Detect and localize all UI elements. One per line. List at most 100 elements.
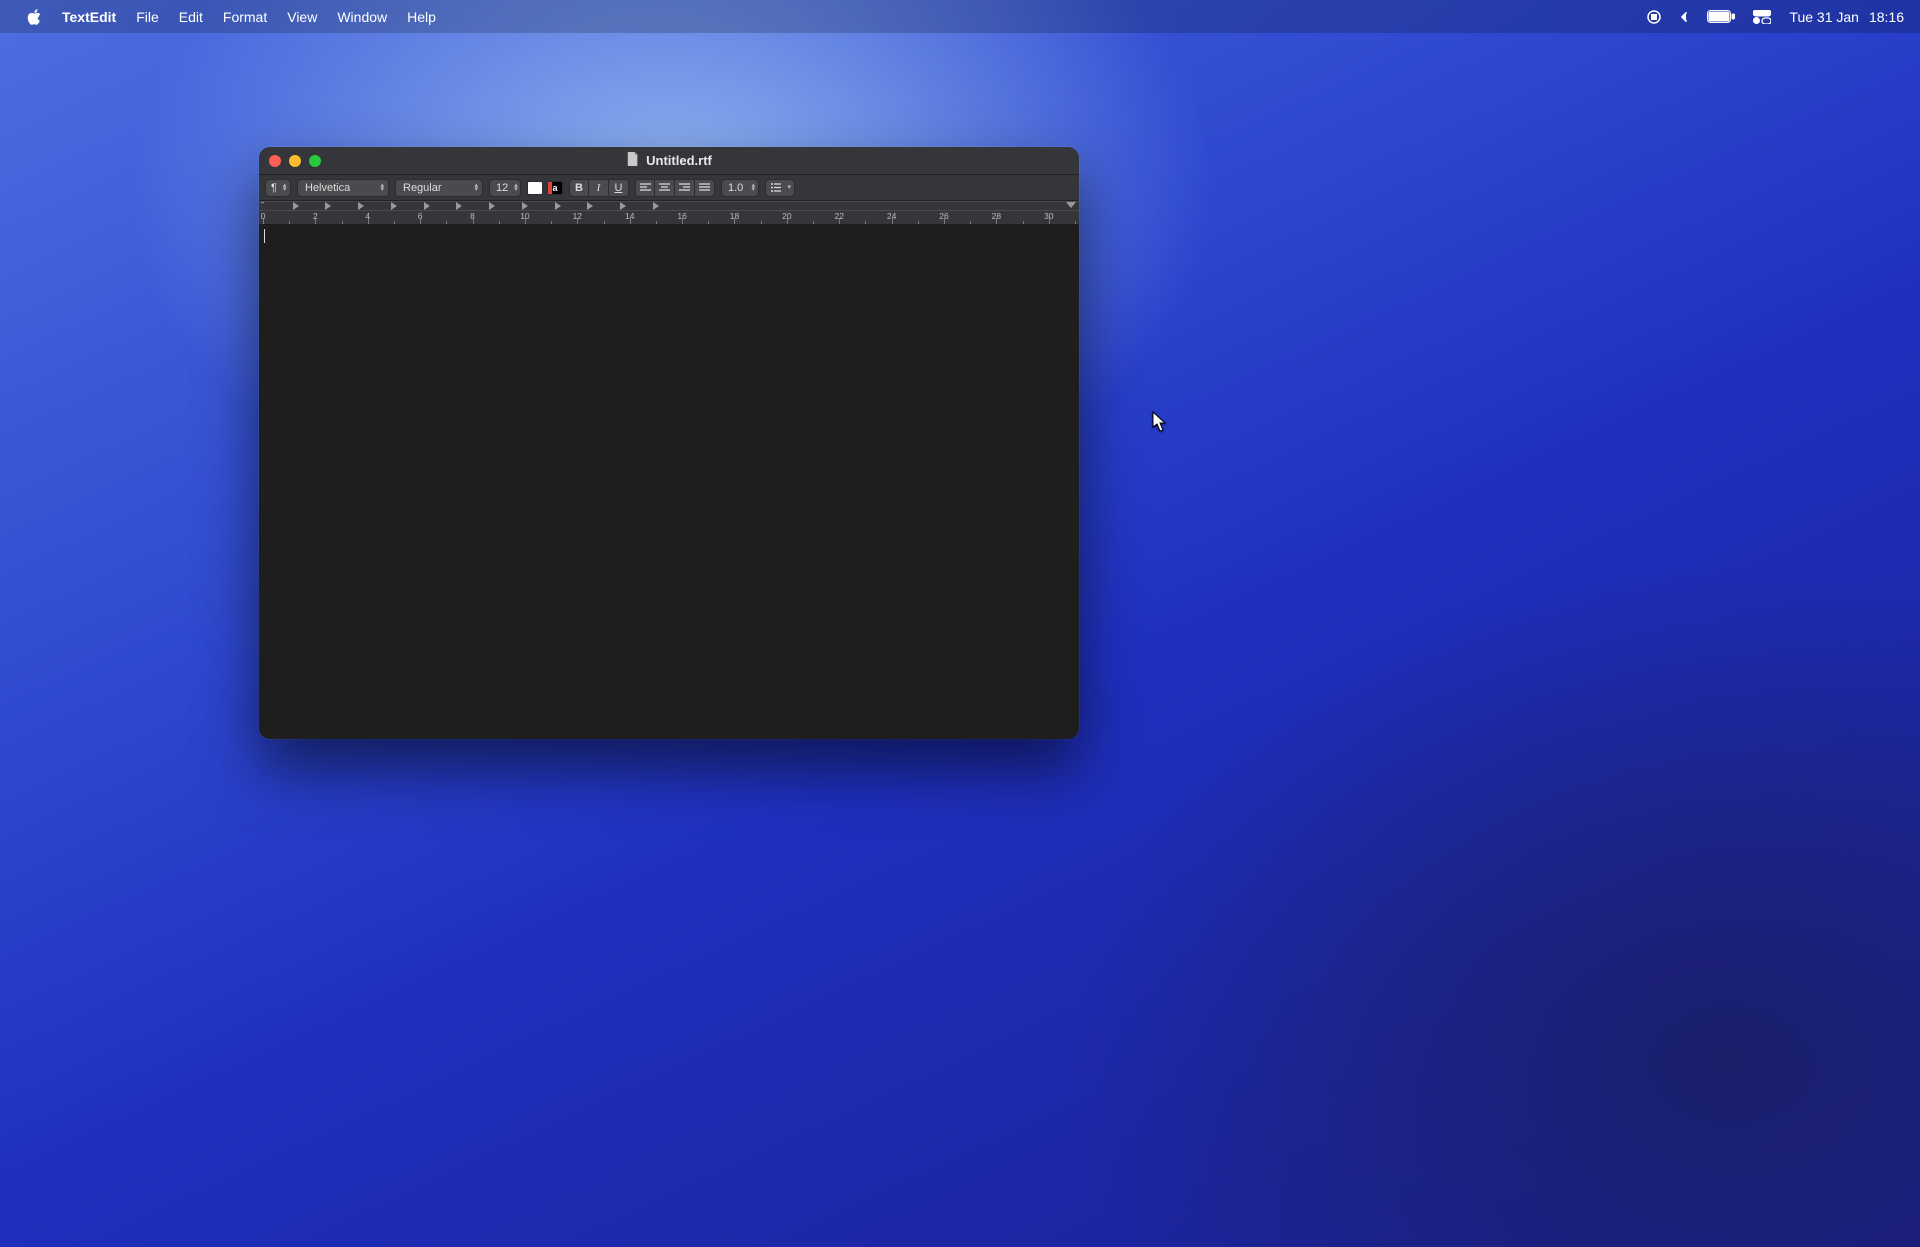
list-icon [771,183,781,192]
paragraph-style-select[interactable]: ¶ ▴▾ [265,179,291,197]
tab-stop-marker[interactable] [489,202,495,210]
ruler-number: 24 [887,211,896,221]
font-family-value: Helvetica [305,182,350,194]
right-margin-marker[interactable] [1066,202,1076,208]
ruler-number: 14 [625,211,634,221]
ruler-tick [342,221,343,224]
ruler-tick [394,221,395,224]
ruler-tick [813,221,814,224]
text-color-letter: a [552,183,557,193]
tab-stop-marker[interactable] [424,202,430,210]
menu-help[interactable]: Help [397,0,446,33]
underline-button[interactable]: U [609,179,629,197]
ruler-number: 16 [677,211,686,221]
ruler-tick [551,221,552,224]
ruler-tick [761,221,762,224]
fill-color-well[interactable] [527,181,543,195]
minimize-button[interactable] [289,155,301,167]
stepper-arrows-icon: ▴▾ [514,184,518,192]
align-left-button[interactable] [635,179,655,197]
ruler-tick [289,221,290,224]
align-center-button[interactable] [655,179,675,197]
tab-stop-marker[interactable] [391,202,397,210]
bold-button[interactable]: B [569,179,589,197]
ruler-number: 28 [992,211,1001,221]
mouse-pointer-icon [1152,411,1168,438]
ruler-tick [446,221,447,224]
tab-stop-marker[interactable] [358,202,364,210]
line-spacing-value: 1.0 [728,182,743,194]
ruler-number: 0 [261,211,266,221]
menu-file[interactable]: File [126,0,169,33]
menu-format[interactable]: Format [213,0,277,33]
tab-stop-marker[interactable] [522,202,528,210]
format-toolbar: ¶ ▴▾ Helvetica ▴▾ Regular ▴▾ 12 ▴▾ a B I… [259,175,1079,201]
ruler-number: 26 [939,211,948,221]
text-editor-area[interactable] [259,225,1079,739]
ruler-tick [1075,221,1076,224]
stepper-arrows-icon: ▾ [787,186,791,190]
ruler-number: 2 [313,211,318,221]
alignment-segment [635,179,715,197]
font-style-segment: B I U [569,179,629,197]
list-style-select[interactable]: ▾ [765,179,795,197]
stepper-arrows-icon: ▴▾ [283,184,287,192]
stepper-arrows-icon: ▴▾ [751,184,755,192]
tab-stops-row[interactable]: ⎴ [259,201,1079,210]
ruler-number: 30 [1044,211,1053,221]
textedit-window: Untitled.rtf ¶ ▴▾ Helvetica ▴▾ Regular ▴… [259,147,1079,739]
paragraph-symbol: ¶ [271,182,277,194]
tab-stop-marker[interactable] [555,202,561,210]
font-style-select[interactable]: Regular ▴▾ [395,179,483,197]
traffic-lights [269,155,321,167]
ruler-number: 6 [418,211,423,221]
clock-date: Tue 31 Jan [1789,9,1859,25]
menu-edit[interactable]: Edit [169,0,213,33]
clock-time: 18:16 [1869,9,1904,25]
ruler-area: ⎴ 024681012141618202224262830 [259,201,1079,225]
document-icon [626,152,640,169]
menubar-clock[interactable]: Tue 31 Jan 18:16 [1789,9,1904,25]
ruler-tick [656,221,657,224]
menu-view[interactable]: View [277,0,327,33]
tab-stop-marker[interactable] [653,202,659,210]
text-cursor [264,229,265,243]
italic-button[interactable]: I [589,179,609,197]
ruler-number: 12 [573,211,582,221]
font-size-value: 12 [496,182,508,194]
align-justify-button[interactable] [695,179,715,197]
ruler-number: 4 [365,211,370,221]
stepper-arrows-icon: ▴▾ [474,184,478,192]
font-style-value: Regular [403,182,442,194]
tab-stop-marker[interactable] [587,202,593,210]
font-size-select[interactable]: 12 ▴▾ [489,179,521,197]
align-right-button[interactable] [675,179,695,197]
ruler-tick [708,221,709,224]
ruler-tick [604,221,605,224]
tab-stop-marker[interactable] [325,202,331,210]
ruler-number: 18 [730,211,739,221]
ruler-number: 8 [470,211,475,221]
menubar: TextEdit File Edit Format View Window He… [0,0,1920,33]
ruler-tick [865,221,866,224]
zoom-button[interactable] [309,155,321,167]
battery-icon[interactable] [1707,10,1735,23]
ruler-tick [970,221,971,224]
chevron-left-icon[interactable] [1679,11,1689,23]
screen-record-icon[interactable] [1647,10,1661,24]
ruler-number: 22 [835,211,844,221]
tab-stop-marker[interactable] [620,202,626,210]
control-center-icon[interactable] [1753,10,1771,24]
font-family-select[interactable]: Helvetica ▴▾ [297,179,389,197]
text-color-well[interactable]: a [547,181,563,195]
line-spacing-select[interactable]: 1.0 ▴▾ [721,179,759,197]
ruler[interactable]: 024681012141618202224262830 [259,210,1079,225]
window-title: Untitled.rtf [646,153,712,168]
app-name-menu[interactable]: TextEdit [52,0,126,33]
menu-window[interactable]: Window [327,0,397,33]
titlebar[interactable]: Untitled.rtf [259,147,1079,175]
apple-menu[interactable] [16,0,52,33]
tab-stop-marker[interactable] [456,202,462,210]
close-button[interactable] [269,155,281,167]
tab-stop-marker[interactable] [293,202,299,210]
